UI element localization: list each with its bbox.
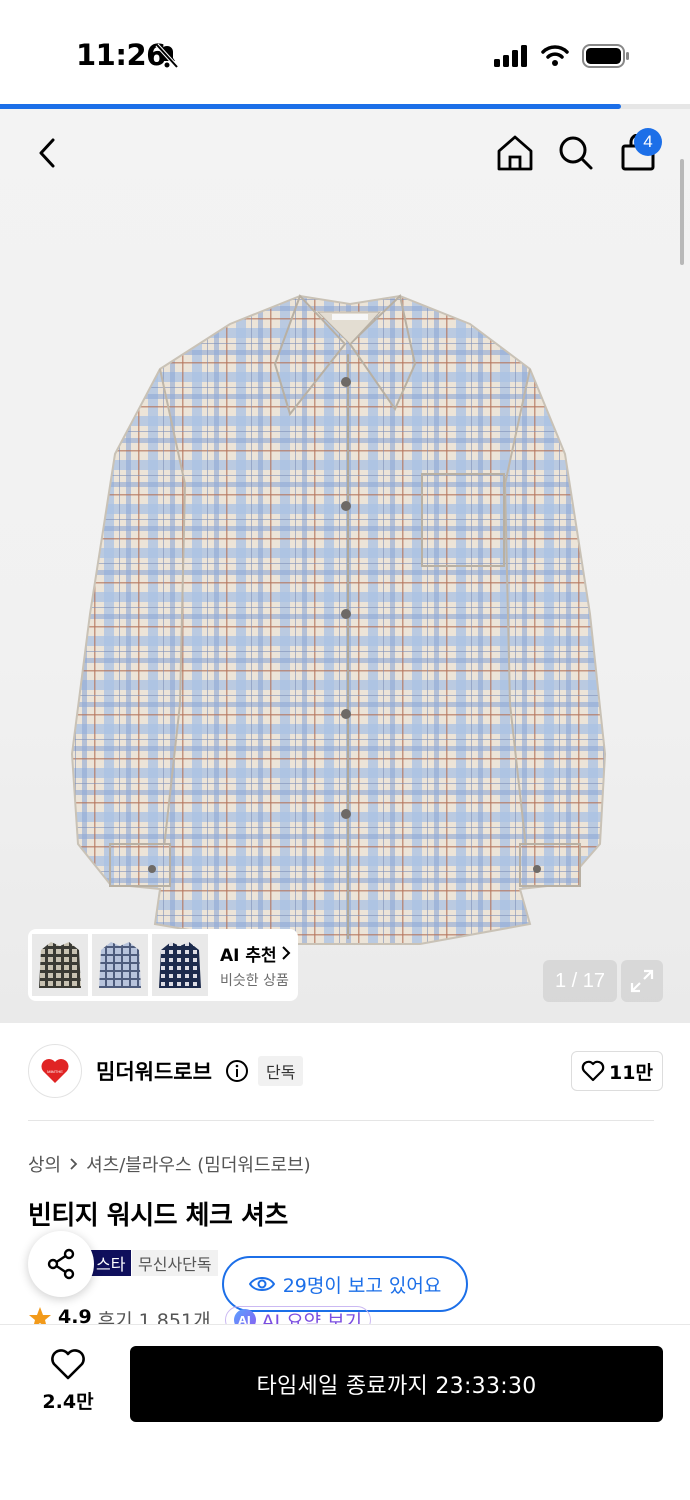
similar-product-thumb[interactable] xyxy=(92,934,148,996)
exclusive-badge: 단독 xyxy=(258,1056,304,1086)
share-icon xyxy=(47,1248,75,1280)
brand-name[interactable]: 밈더워드로브 xyxy=(96,1056,212,1086)
bottom-action-bar: 2.4만 타임세일 종료까지 23:33:30 xyxy=(0,1324,690,1500)
breadcrumb: 상의 셔츠/블라우스 (밈더워드로브) xyxy=(28,1151,311,1177)
viewers-text: 29명이 보고 있어요 xyxy=(282,1274,442,1297)
status-time: 11:26 xyxy=(76,38,166,72)
shirt-thumb-icon xyxy=(99,942,141,988)
back-button[interactable] xyxy=(24,129,72,177)
brand-logo[interactable]: MIMTHE xyxy=(28,1044,82,1098)
scrollbar-thumb[interactable] xyxy=(680,159,684,265)
battery-icon xyxy=(582,44,629,68)
similar-product-thumb[interactable] xyxy=(152,934,208,996)
ai-recommend-subtitle: 비슷한 상품 xyxy=(220,972,289,989)
breadcrumb-category[interactable]: 상의 xyxy=(28,1151,61,1177)
image-page-counter: 1 / 17 xyxy=(543,960,617,1002)
chevron-right-icon xyxy=(70,1158,78,1170)
shirt-thumb-icon xyxy=(159,942,201,988)
ai-recommend-text[interactable]: AI 추천 비슷한 상품 xyxy=(220,941,291,990)
chevron-left-icon xyxy=(39,138,55,168)
viewers-count-pill: 29명이 보고 있어요 xyxy=(222,1256,468,1312)
product-image-shirt[interactable] xyxy=(60,284,630,954)
eye-icon xyxy=(248,1277,275,1291)
product-title: 빈티지 워시드 체크 셔츠 xyxy=(28,1201,288,1231)
chevron-right-icon xyxy=(281,946,291,960)
tag-star: 스타 xyxy=(90,1250,132,1276)
cellular-signal-icon xyxy=(494,45,527,67)
home-icon xyxy=(497,135,533,171)
heart-outline-icon xyxy=(581,1060,605,1082)
brand-logo-text: MIMTHE xyxy=(47,1069,63,1074)
brand-row: MIMTHE 밈더워드로브 단독 11만 xyxy=(28,1042,663,1102)
buy-button[interactable]: 타임세일 종료까지 23:33:30 xyxy=(130,1346,663,1422)
home-button[interactable] xyxy=(491,129,539,177)
bell-slash-icon xyxy=(155,43,179,69)
expand-image-button[interactable] xyxy=(621,960,663,1002)
product-image-gallery[interactable]: 4 AI 추천 비슷한 상품 1 / 17 xyxy=(0,109,690,1023)
wishlist-count: 2.4만 xyxy=(42,1391,94,1413)
expand-icon xyxy=(630,969,654,993)
brand-like-count: 11만 xyxy=(609,1061,653,1084)
cart-count-badge: 4 xyxy=(634,128,662,156)
brand-like-button[interactable]: 11만 xyxy=(571,1051,663,1091)
tag-musinsa-exclusive: 무신사단독 xyxy=(132,1250,218,1276)
shirt-thumb-icon xyxy=(39,942,81,988)
share-button[interactable] xyxy=(28,1231,94,1297)
similar-product-thumb[interactable] xyxy=(32,934,88,996)
ai-recommend-card[interactable]: AI 추천 비슷한 상품 xyxy=(28,929,298,1001)
info-icon[interactable] xyxy=(225,1059,249,1083)
ai-recommend-title: AI 추천 xyxy=(220,945,277,966)
status-bar: 11:26 xyxy=(0,0,690,106)
breadcrumb-subcategory[interactable]: 셔츠/블라우스 (밈더워드로브) xyxy=(86,1151,311,1177)
wishlist-button[interactable]: 2.4만 xyxy=(30,1349,106,1421)
wifi-icon xyxy=(541,45,569,66)
search-button[interactable] xyxy=(552,129,600,177)
divider xyxy=(28,1120,654,1121)
heart-outline-icon xyxy=(51,1349,85,1380)
search-icon xyxy=(559,136,593,170)
heart-logo-icon: MIMTHE xyxy=(41,1059,69,1083)
